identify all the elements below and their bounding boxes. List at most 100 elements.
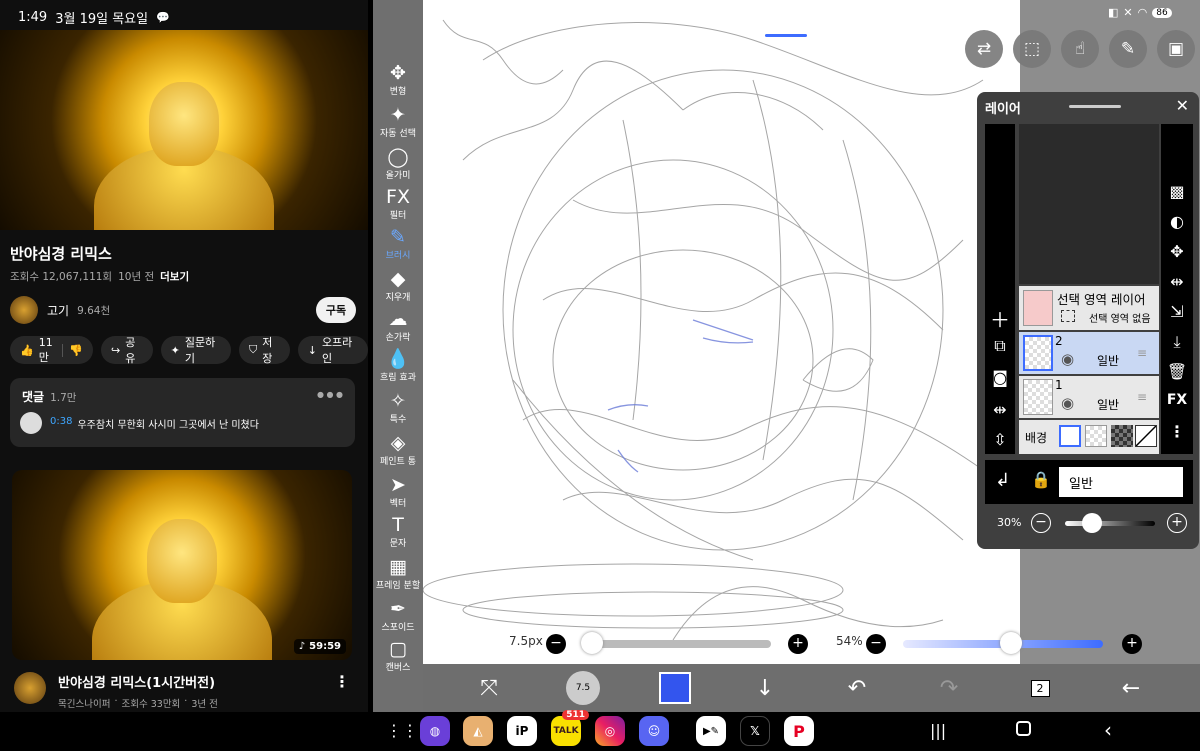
flip-layer-icon[interactable]: ⇹ (1165, 272, 1189, 291)
clip-icon[interactable]: ◐ (1165, 212, 1189, 231)
more-icon[interactable]: ⋮ (1165, 422, 1189, 441)
sparkle-icon: ✧ (390, 390, 406, 412)
save-button[interactable]: ⛉ 저장 (238, 336, 290, 365)
home-icon[interactable] (1016, 721, 1031, 736)
tool-sparkle[interactable]: ✧ 특수 (373, 390, 423, 425)
tool-canvas[interactable]: ▢ 캔버스 (373, 638, 423, 673)
panel-drag-handle[interactable] (1069, 105, 1121, 108)
download-icon[interactable]: ⤓ (1165, 332, 1189, 352)
layers-button[interactable]: 2 (1024, 672, 1056, 704)
selection-icon[interactable]: ⬚ (1013, 30, 1051, 68)
layer-row-2[interactable]: 2 ◉ 일반 ≡ (1019, 332, 1159, 374)
folder-app-icon[interactable]: ▶✎ (696, 716, 726, 746)
ruler-icon[interactable]: ✎ (1109, 30, 1147, 68)
tool-drop[interactable]: 💧 흐림 효과 (373, 348, 423, 383)
layer-1-drag-handle[interactable]: ≡ (1137, 390, 1147, 404)
bg-transparent-swatch[interactable] (1085, 425, 1107, 447)
toggle-icon[interactable]: ⇄ (965, 30, 1003, 68)
opacity-plus-icon-2[interactable]: + (1122, 634, 1142, 654)
tool-cursor[interactable]: ➤ 벡터 (373, 474, 423, 509)
video-player[interactable] (0, 30, 368, 230)
move-layer-icon[interactable]: ✥ (1165, 242, 1189, 261)
bg-none-swatch[interactable] (1135, 425, 1157, 447)
ibispaint-app-icon[interactable]: iP (507, 716, 537, 746)
duplicate-layer-icon[interactable]: ⧉ (988, 336, 1012, 356)
ask-button[interactable]: ✦ 질문하기 (160, 336, 231, 365)
brush-preview-button[interactable]: 7.5 (566, 671, 600, 705)
browser-app-icon[interactable]: ◍ (420, 716, 450, 746)
kakaotalk-app-icon[interactable]: TALK 511 (551, 710, 589, 746)
tool-bucket[interactable]: ◈ 페인트 통 (373, 432, 423, 467)
more-options-icon[interactable]: ⋮ (334, 672, 350, 691)
brush-size-slider[interactable] (583, 640, 771, 648)
layer-opacity-slider[interactable] (1065, 521, 1155, 526)
close-icon[interactable]: ✕ (1176, 96, 1189, 115)
discord-app-icon[interactable]: ☺ (639, 716, 669, 746)
add-layer-icon[interactable]: ＋ (988, 304, 1012, 333)
next-video-thumbnail[interactable]: ♪ 59:59 (12, 470, 352, 660)
opacity-minus-icon-2[interactable]: − (866, 634, 886, 654)
gallery-app-icon[interactable]: ◭ (463, 716, 493, 746)
next-video-title[interactable]: 반야심경 리믹스(1시간버전) (58, 672, 215, 691)
layer-2-drag-handle[interactable]: ≡ (1137, 346, 1147, 360)
arrow-down-icon[interactable]: ↓ (749, 672, 781, 704)
tool-frame[interactable]: ▦ 프레임 분할 (373, 556, 423, 591)
app-drawer-icon[interactable]: ⋮⋮ (386, 721, 418, 740)
next-channel-avatar[interactable] (14, 672, 46, 704)
undo-icon[interactable]: ↶ (841, 672, 873, 704)
merge-down-icon[interactable]: ⇲ (1165, 302, 1189, 321)
image-icon[interactable]: ▣ (1157, 30, 1195, 68)
instagram-app-icon[interactable]: ◎ (595, 716, 625, 746)
transform-icon[interactable]: ⤧ (473, 672, 505, 704)
layer-opacity-knob[interactable] (1082, 513, 1102, 533)
tool-lasso[interactable]: ◯ 올가미 (373, 146, 423, 181)
bg-dark-swatch[interactable] (1111, 425, 1133, 447)
tool-eraser[interactable]: ◆ 지우개 (373, 268, 423, 303)
recents-icon[interactable]: ||| (930, 721, 946, 740)
lock-alpha-icon[interactable]: 🔒 (1031, 470, 1051, 489)
subscribe-button[interactable]: 구독 (316, 297, 356, 323)
flip-horizontal-icon[interactable]: ⇹ (988, 400, 1012, 419)
back-icon[interactable]: ‹ (1104, 718, 1112, 742)
tool-magic-wand[interactable]: ✦ 자동 선택 (373, 104, 423, 139)
thumb-down-icon[interactable]: 👎 (62, 343, 83, 357)
flip-vertical-icon[interactable]: ⇳ (988, 430, 1012, 449)
camera-icon[interactable]: ◙ (988, 368, 1012, 387)
layer-2-eye-icon[interactable]: ◉ (1061, 350, 1074, 368)
tool-text[interactable]: T 문자 (373, 514, 423, 549)
selection-layer-row[interactable]: 선택 영역 레이어 선택 영역 없음 (1019, 286, 1159, 330)
size-minus-icon[interactable]: − (546, 634, 566, 654)
like-button[interactable]: 👍 11만 👎 (10, 336, 93, 364)
offline-button[interactable]: ↓ 오프라인 (297, 336, 368, 365)
size-plus-icon[interactable]: + (788, 634, 808, 654)
x-app-icon[interactable]: 𝕏 (740, 716, 770, 746)
pinterest-app-icon[interactable]: P (784, 716, 814, 746)
blend-mode-select[interactable]: 일반 (1059, 467, 1183, 497)
color-swatch-button[interactable] (659, 672, 691, 704)
layer-1-eye-icon[interactable]: ◉ (1061, 394, 1074, 412)
tool-brush[interactable]: ✎ 브러시 (373, 226, 423, 261)
drawing-canvas[interactable] (422, 0, 1020, 664)
hand-icon[interactable]: ☝ (1061, 30, 1099, 68)
channel-name[interactable]: 고기 (47, 302, 69, 319)
clipping-arrow-icon[interactable]: ↲ (995, 470, 1010, 491)
tool-finger[interactable]: ☁ 손가락 (373, 308, 423, 343)
opacity-plus-icon[interactable]: + (1167, 513, 1187, 533)
layer-row-1[interactable]: 1 ◉ 일반 ≡ (1019, 376, 1159, 418)
comments-section[interactable]: 댓글 1.7만 ● ● ● 0:38 우주참치 무한회 사시미 그곳에서 난 미… (10, 378, 355, 447)
comment-timestamp[interactable]: 0:38 (50, 416, 72, 431)
tool-move[interactable]: ✥ 변형 (373, 62, 423, 97)
bg-white-swatch[interactable] (1059, 425, 1081, 447)
more-link[interactable]: 더보기 (160, 269, 189, 284)
redo-icon[interactable]: ↷ (933, 672, 965, 704)
tool-fx[interactable]: FX 필터 (373, 186, 423, 221)
back-arrow-icon[interactable]: ← (1115, 672, 1147, 704)
checker-icon[interactable]: ▩ (1165, 182, 1189, 201)
tool-eyedropper[interactable]: ✒ 스포이드 (373, 598, 423, 633)
brush-opacity-knob[interactable] (1000, 632, 1022, 654)
channel-avatar[interactable] (10, 296, 38, 324)
share-button[interactable]: ↪ 공유 (100, 336, 153, 365)
trash-icon[interactable]: 🗑 (1165, 362, 1189, 381)
opacity-minus-icon[interactable]: − (1031, 513, 1051, 533)
fx-layer-icon[interactable]: FX (1165, 392, 1189, 408)
